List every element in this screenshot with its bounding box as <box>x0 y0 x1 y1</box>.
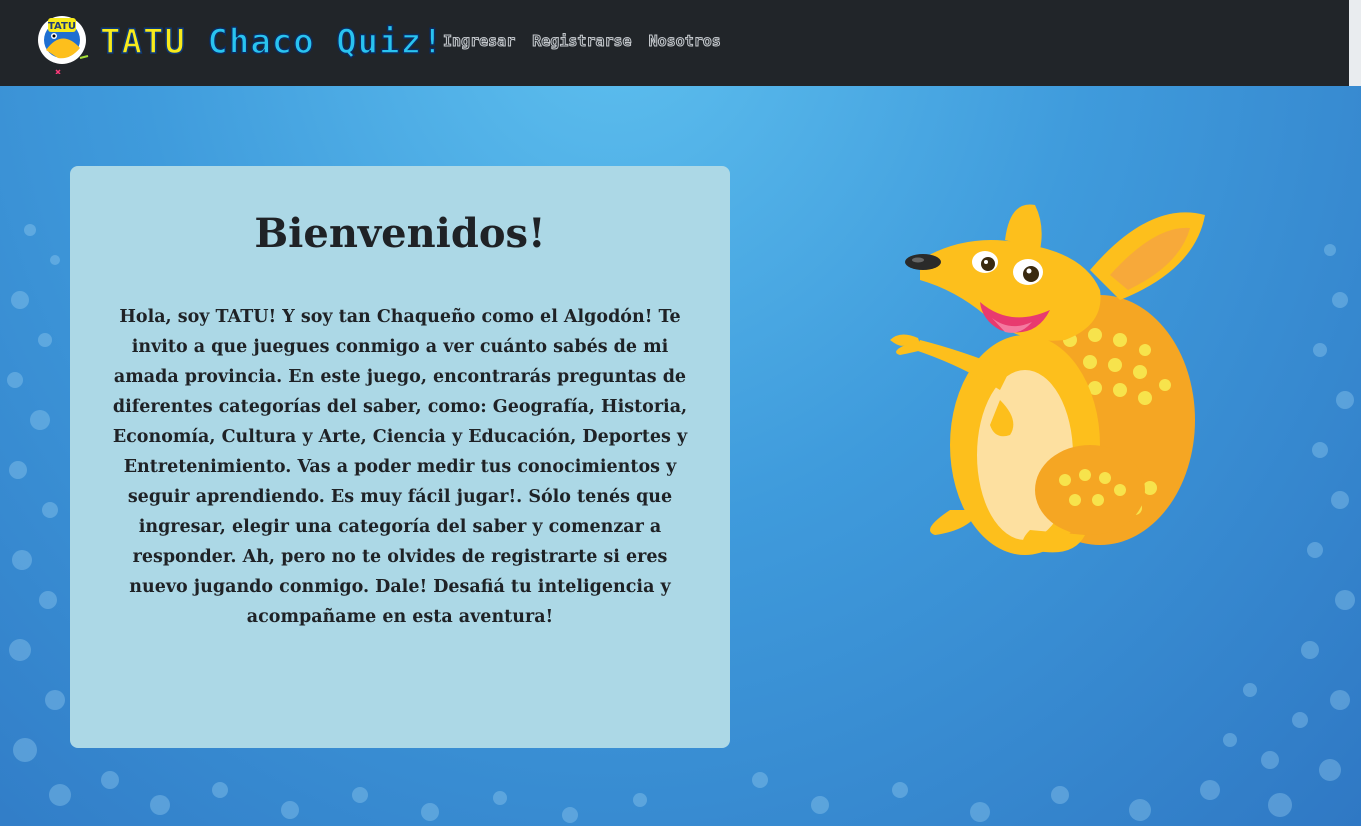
armadillo-mascot <box>890 204 1205 555</box>
brand-title-part1: TATU <box>99 21 186 63</box>
welcome-text: Hola, soy TATU! Y soy tan Chaqueño como … <box>112 307 688 627</box>
brand-title-part2: Chaco Quiz! <box>207 21 444 63</box>
svg-text:TATU: TATU <box>48 21 76 32</box>
nav-links: Ingresar Registrarse Nosotros <box>442 32 721 51</box>
nav-link-nosotros[interactable]: Nosotros <box>648 32 721 51</box>
brand-title[interactable]: TATU Chaco Quiz! <box>99 21 444 63</box>
tatu-logo-icon[interactable]: TATU <box>30 10 94 74</box>
navbar: TATU TATU Chaco Quiz! Ingresar Registrar… <box>0 0 1349 86</box>
nav-link-ingresar[interactable]: Ingresar <box>442 32 515 51</box>
welcome-card: Bienvenidos! Hola, soy TATU! Y soy tan C… <box>70 166 730 748</box>
scrollbar[interactable] <box>1349 0 1361 86</box>
welcome-title: Bienvenidos! <box>254 210 546 257</box>
brand[interactable]: TATU TATU Chaco Quiz! <box>30 10 444 74</box>
nav-link-registrarse[interactable]: Registrarse <box>532 32 632 51</box>
